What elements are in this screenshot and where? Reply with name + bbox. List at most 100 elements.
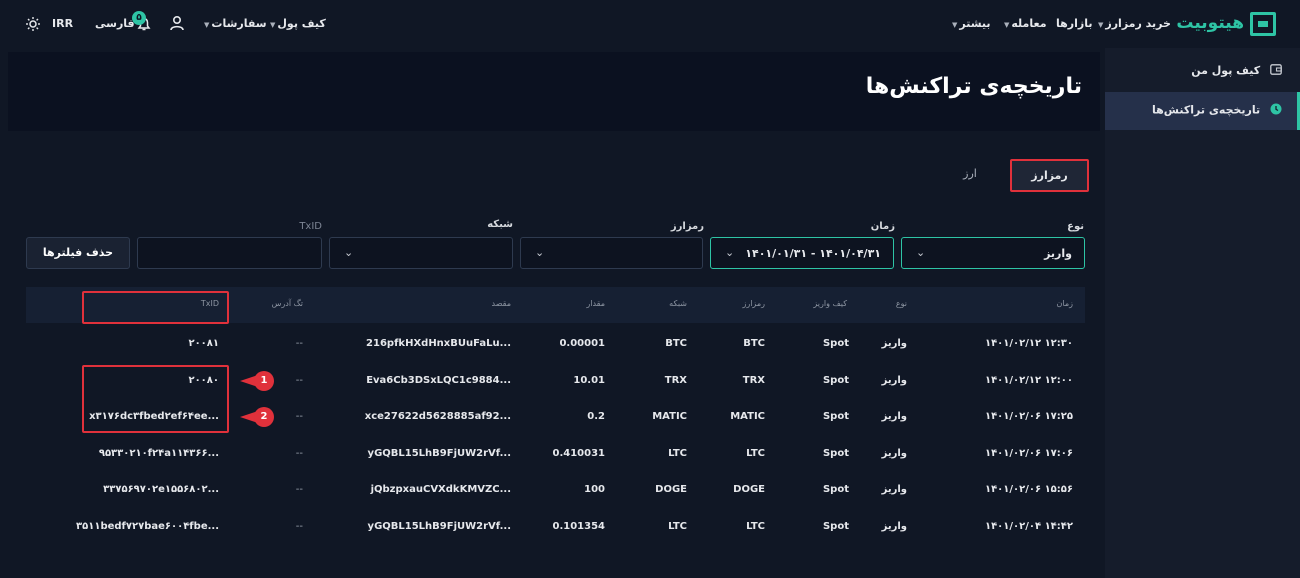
cell-amount: 10.01 [573,374,605,386]
chevron-down-icon: ▼ [270,21,276,29]
cell-destination: yGQBL15LhB9FjUW2rVf... [367,447,511,459]
highlight-box-txid-header [82,291,229,324]
nav-markets[interactable]: بازارها [1056,17,1092,30]
tab-crypto[interactable]: رمزارز [1010,159,1089,192]
cell-type: واریز [881,484,907,496]
page-header-panel: تاریخچه‌ی تراکنش‌ها [8,52,1100,131]
cell-time: ۱۴۰۱/۰۲/۱۲ ۱۲:۰۰ [984,374,1073,386]
cell-txid: ۹۵۳۳۰۲۱۰f۲۴a۱۱۴۳۶۶... [98,447,219,459]
column-header-type: نوع [895,299,907,308]
sidebar: کیف پول من تاریخچه‌ی تراکنش‌ها [1105,48,1300,578]
column-header-crypto: رمزارز [742,299,765,308]
cell-destination: 216pfkHXdHnxBUuFaLu... [366,338,511,349]
clear-filters-button[interactable]: حذف فیلترها [26,237,130,269]
column-header-time: زمان [1056,299,1073,308]
cell-type: واریز [881,521,907,532]
cell-crypto: TRX [742,374,765,386]
cell-address-tag: -- [295,374,303,386]
sidebar-item-transaction-history[interactable]: تاریخچه‌ی تراکنش‌ها [1152,103,1282,118]
cell-network: LTC [668,447,687,459]
cell-amount: 0.2 [587,411,605,423]
chevron-down-icon: ⌄ [344,246,354,259]
cell-crypto: DOGE [733,484,765,496]
cell-network: TRX [664,374,687,386]
cell-crypto: BTC [743,338,765,349]
cell-time: ۱۴۰۱/۰۲/۰۶ ۱۷:۰۶ [984,447,1073,459]
sidebar-item-my-wallet[interactable]: کیف پول من [1191,64,1282,78]
table-row[interactable]: ۱۴۰۱/۰۲/۱۲ ۱۲:۳۰ واریز Spot BTC BTC 0.00001 21… [26,325,1085,361]
annotation-number: 1 [254,371,274,391]
chevron-down-icon: ⌄ [916,246,926,259]
nav-orders-label: سفارشات [211,17,267,30]
cell-address-tag: -- [295,411,303,423]
cell-type: واریز [881,447,907,459]
nav-wallet[interactable]: ▼ کیف پول [270,17,326,30]
chevron-down-icon: ▼ [1004,21,1010,29]
nav-buy-crypto[interactable]: ▼ خرید رمزارز [1098,17,1171,30]
filter-crypto-select[interactable]: ⌄ [520,237,703,269]
language-selector[interactable]: فارسی [95,17,135,30]
nav-more[interactable]: ▼ بیشتر [952,17,991,30]
filter-type-label: نوع [1067,221,1084,232]
cell-type: واریز [881,338,907,349]
column-header-address-tag: تگ آدرس [271,299,303,308]
cell-network: MATIC [652,411,687,423]
sidebar-item-label: تاریخچه‌ی تراکنش‌ها [1152,103,1261,117]
filter-network-label: شبکه [487,219,513,230]
filter-network-select[interactable]: ⌄ [329,237,513,269]
cell-txid: ۳۳۷۵۶۹۷۰۲e۱۵۵۶۸۰۲... [103,484,219,496]
sidebar-item-label: کیف پول من [1191,64,1261,77]
annotation-marker-2: 2 [240,407,274,427]
column-header-wallet: کیف واریز [813,299,847,308]
currency-selector[interactable]: IRR [52,17,73,30]
nav-orders[interactable]: ▼ سفارشات [204,17,267,30]
page-title: تاریخچه‌ی تراکنش‌ها [865,74,1082,99]
theme-toggle-sun-icon[interactable] [25,16,41,36]
column-header-network: شبکه [669,299,687,308]
cell-crypto: MATIC [730,411,765,423]
chevron-down-icon: ⌄ [725,246,735,259]
filter-txid-input[interactable] [137,237,322,269]
cell-type: واریز [881,411,907,423]
filter-type-select[interactable]: واریز ⌄ [901,237,1085,269]
filter-time-value: ۱۴۰۱/۰۱/۳۱ - ۱۴۰۱/۰۴/۳۱ [745,247,881,260]
cell-address-tag: -- [295,447,303,459]
chevron-down-icon: ▼ [1098,21,1104,29]
cell-time: ۱۴۰۱/۰۲/۰۶ ۱۵:۵۶ [984,484,1073,496]
column-header-destination: مقصد [491,299,511,308]
table-row[interactable]: ۱۴۰۱/۰۲/۰۶ ۱۵:۵۶ واریز Spot DOGE DOGE 100 jQbz… [26,471,1085,507]
cell-destination: yGQBL15LhB9FjUW2rVf... [367,521,511,532]
user-icon[interactable] [169,15,185,35]
column-header-amount: مقدار [586,299,605,308]
cell-wallet: Spot [822,411,849,423]
tab-fiat[interactable]: ارز [950,167,990,180]
table-row[interactable]: ۱۴۰۱/۰۲/۰۴ ۱۴:۴۲ واریز Spot LTC LTC 0.101354 y… [26,508,1085,544]
cell-network: DOGE [655,484,687,496]
hitobit-logo[interactable]: هیتوبیت [1168,12,1276,38]
cell-address-tag: -- [295,484,303,496]
cell-destination: Eva6Cb3DSxLQC1c9884... [366,374,511,386]
cell-address-tag: -- [295,521,303,532]
nav-trade[interactable]: ▼ معامله [1004,17,1047,30]
cell-txid: ۳۵۱۱bedf۷۲۷bae۶۰۰۴fbe... [76,521,219,532]
cell-network: LTC [668,521,687,532]
cell-amount: 0.410031 [552,447,605,459]
annotation-number: 2 [254,407,274,427]
logo-mark-icon [1250,12,1276,36]
top-navigation-bar: هیتوبیت ▼ خرید رمزارز بازارها ▼ معامله ▼ بی… [0,0,1300,48]
filter-time-range-picker[interactable]: ۱۴۰۱/۰۱/۳۱ - ۱۴۰۱/۰۴/۳۱ ⌄ [710,237,894,269]
nav-wallet-label: کیف پول [277,17,326,30]
cell-wallet: Spot [822,447,849,459]
cell-time: ۱۴۰۱/۰۲/۱۲ ۱۲:۳۰ [984,338,1073,349]
cell-destination: xce27622d5628885af92... [364,411,511,423]
filter-time-label: زمان [870,221,895,232]
table-row[interactable]: ۱۴۰۱/۰۲/۰۶ ۱۷:۰۶ واریز Spot LTC LTC 0.410031 y… [26,435,1085,471]
cell-wallet: Spot [822,521,849,532]
chevron-down-icon: ⌄ [535,246,545,259]
cell-wallet: Spot [822,374,849,386]
chevron-down-icon: ▼ [204,21,210,29]
cell-amount: 0.00001 [559,338,605,349]
cell-address-tag: -- [295,338,303,349]
cell-type: واریز [881,374,907,386]
cell-amount: 100 [584,484,605,496]
